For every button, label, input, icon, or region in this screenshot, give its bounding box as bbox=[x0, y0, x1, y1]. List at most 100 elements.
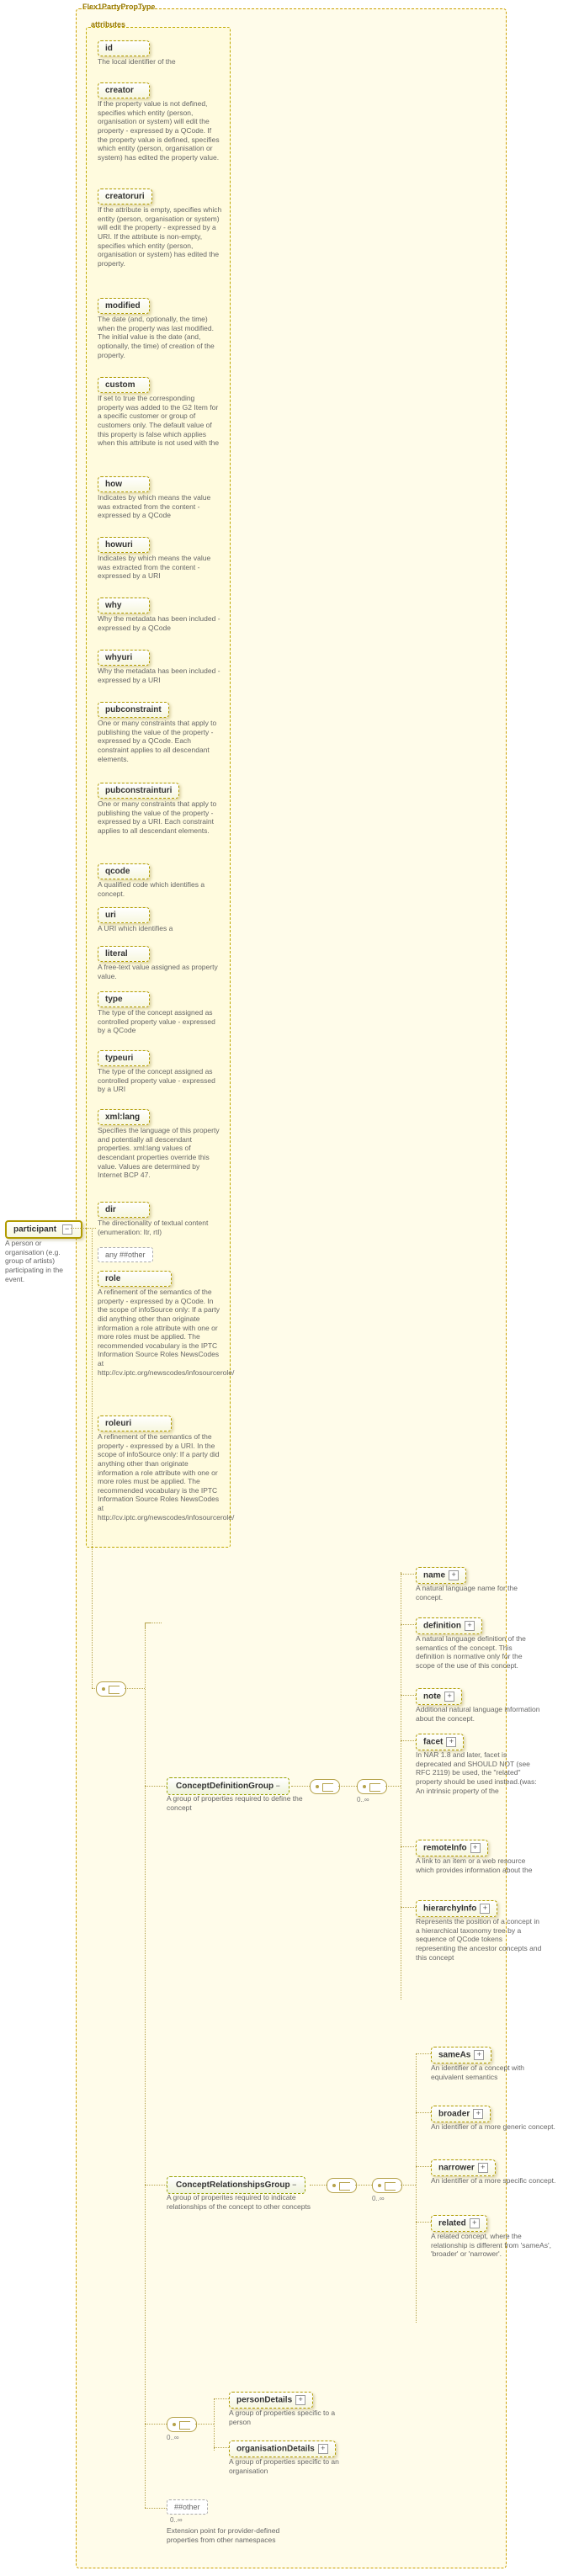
root-element-name: participant bbox=[13, 1224, 56, 1234]
attr-desc: The local identifier of the bbox=[98, 57, 222, 66]
element-facet[interactable]: facet+ bbox=[416, 1734, 464, 1750]
expand-icon[interactable]: + bbox=[465, 1621, 475, 1631]
attr-desc: The date (and, optionally, the time) whe… bbox=[98, 315, 222, 359]
element-desc: An identifier of a concept with equivale… bbox=[431, 2063, 557, 2081]
attr-desc: Why the metadata has been included - exp… bbox=[98, 614, 222, 632]
cdg-card[interactable]: ConceptDefinitionGroup − bbox=[167, 1777, 290, 1795]
attr-custom[interactable]: custom bbox=[98, 377, 150, 393]
cdg-occurrence: 0..∞ bbox=[357, 1796, 369, 1803]
any-attribute-card: any ##other bbox=[98, 1247, 153, 1262]
attr-desc: If set to true the corresponding propert… bbox=[98, 394, 222, 448]
extension-any-card: ##other bbox=[167, 2499, 208, 2515]
root-element-desc: A person or organisation (e.g. group of … bbox=[5, 1239, 77, 1283]
attr-how[interactable]: how bbox=[98, 476, 150, 492]
expand-icon[interactable]: + bbox=[295, 2395, 305, 2405]
crg-card[interactable]: ConceptRelationshipsGroup − bbox=[167, 2176, 305, 2194]
crg-desc: A group of properites required to indica… bbox=[167, 2193, 335, 2211]
attr-type[interactable]: type bbox=[98, 991, 150, 1007]
attr-whyuri[interactable]: whyuri bbox=[98, 650, 150, 666]
attr-pubconstraint[interactable]: pubconstraint bbox=[98, 702, 169, 718]
expand-icon[interactable]: + bbox=[449, 1570, 459, 1580]
element-name[interactable]: name+ bbox=[416, 1567, 466, 1584]
choice-occurrence: 0..∞ bbox=[167, 2434, 179, 2441]
element-desc: An identifier of a more generic concept. bbox=[431, 2122, 557, 2132]
attr-desc: A free-text value assigned as property v… bbox=[98, 963, 222, 980]
attr-desc: A URI which identifies a bbox=[98, 924, 222, 933]
element-desc: Represents the position of a concept in … bbox=[416, 1917, 542, 1962]
expand-icon[interactable]: + bbox=[444, 1692, 454, 1702]
collapse-icon[interactable]: − bbox=[276, 1782, 280, 1790]
attr-desc: A qualified code which identifies a conc… bbox=[98, 880, 222, 898]
any-attribute-label: any ##other bbox=[105, 1251, 146, 1259]
element-narrower[interactable]: narrower+ bbox=[431, 2159, 496, 2176]
expand-icon[interactable]: + bbox=[478, 2163, 488, 2173]
expand-icon[interactable]: + bbox=[480, 1904, 490, 1914]
attr-uri[interactable]: uri bbox=[98, 907, 150, 923]
attr-xml-lang[interactable]: xml:lang bbox=[98, 1109, 150, 1125]
sequence-connector bbox=[327, 2178, 357, 2193]
attr-desc: Indicates by which means the value was e… bbox=[98, 493, 222, 520]
element-desc: An identifier of a more specific concept… bbox=[431, 2176, 557, 2186]
attr-pubconstrainturi[interactable]: pubconstrainturi bbox=[98, 783, 179, 799]
attr-roleuri-desc: A refinement of the semantics of the pro… bbox=[98, 1432, 224, 1522]
expand-icon[interactable]: + bbox=[473, 2109, 483, 2119]
element-desc: A related concept, where the relationshi… bbox=[431, 2232, 557, 2259]
expand-icon[interactable]: + bbox=[470, 2218, 480, 2228]
element-desc: A natural language definition of the sem… bbox=[416, 1634, 542, 1670]
element-hierarchyinfo[interactable]: hierarchyInfo+ bbox=[416, 1900, 497, 1917]
attr-desc: The type of the concept assigned as cont… bbox=[98, 1008, 222, 1035]
attr-desc: One or many constraints that apply to pu… bbox=[98, 719, 222, 763]
ext-desc: Extension point for provider-defined pro… bbox=[167, 2526, 301, 2544]
ext-occurrence: 0..∞ bbox=[170, 2516, 183, 2524]
root-element-card[interactable]: participant − bbox=[5, 1220, 82, 1239]
attr-desc: Why the metadata has been included - exp… bbox=[98, 667, 222, 684]
collapse-icon[interactable]: − bbox=[62, 1224, 72, 1235]
element-persondetails[interactable]: personDetails+ bbox=[229, 2392, 313, 2409]
canvas: Flex1PartyPropType attributes [ {"top":4… bbox=[0, 0, 579, 2576]
attr-literal[interactable]: literal bbox=[98, 946, 150, 962]
collapse-icon[interactable]: − bbox=[292, 2180, 296, 2189]
sequence-connector bbox=[310, 1779, 340, 1794]
element-organisationdetails[interactable]: organisationDetails+ bbox=[229, 2441, 336, 2457]
attr-dir[interactable]: dir bbox=[98, 1202, 150, 1218]
element-broader[interactable]: broader+ bbox=[431, 2106, 491, 2122]
element-desc: In NAR 1.8 and later, facet is deprecate… bbox=[416, 1750, 542, 1795]
element-definition[interactable]: definition+ bbox=[416, 1617, 482, 1634]
attr-qcode[interactable]: qcode bbox=[98, 863, 150, 879]
attr-role[interactable]: role bbox=[98, 1271, 172, 1287]
attr-roleuri[interactable]: roleuri bbox=[98, 1415, 172, 1431]
attr-desc: If the property value is not defined, sp… bbox=[98, 99, 222, 162]
attr-why[interactable]: why bbox=[98, 598, 150, 613]
choice-connector bbox=[357, 1779, 387, 1794]
attr-desc: One or many constraints that apply to pu… bbox=[98, 799, 222, 836]
attr-id[interactable]: id bbox=[98, 40, 150, 56]
attr-creator[interactable]: creator bbox=[98, 82, 150, 98]
element-remoteinfo[interactable]: remoteInfo+ bbox=[416, 1840, 488, 1856]
element-related[interactable]: related+ bbox=[431, 2215, 487, 2232]
expand-icon[interactable]: + bbox=[446, 1737, 456, 1747]
expand-icon[interactable]: + bbox=[318, 2444, 328, 2454]
expand-icon[interactable]: + bbox=[470, 1843, 481, 1853]
element-desc: Additional natural language information … bbox=[416, 1705, 542, 1723]
choice-connector bbox=[167, 2417, 197, 2432]
cdg-desc: A group of properties required to define… bbox=[167, 1794, 310, 1812]
attr-desc: The type of the concept assigned as cont… bbox=[98, 1067, 222, 1094]
element-sameas[interactable]: sameAs+ bbox=[431, 2047, 491, 2063]
attr-desc: If the attribute is empty, specifies whi… bbox=[98, 205, 222, 268]
attr-typeuri[interactable]: typeuri bbox=[98, 1050, 150, 1066]
element-desc: A link to an item or a web resource whic… bbox=[416, 1856, 542, 1874]
type-name-label: Flex1PartyPropType bbox=[82, 3, 155, 11]
attr-desc: Indicates by which means the value was e… bbox=[98, 554, 222, 581]
choice-connector bbox=[372, 2178, 402, 2193]
sequence-connector bbox=[96, 1681, 126, 1697]
attr-howuri[interactable]: howuri bbox=[98, 537, 150, 553]
element-desc: A group of properties specific to a pers… bbox=[229, 2409, 355, 2426]
attr-modified[interactable]: modified bbox=[98, 298, 150, 314]
attr-role-desc: A refinement of the semantics of the pro… bbox=[98, 1288, 224, 1377]
attr-creatoruri[interactable]: creatoruri bbox=[98, 189, 152, 204]
attr-desc: Specifies the language of this property … bbox=[98, 1126, 222, 1180]
element-note[interactable]: note+ bbox=[416, 1688, 462, 1705]
expand-icon[interactable]: + bbox=[474, 2050, 484, 2060]
crg-occurrence: 0..∞ bbox=[372, 2195, 385, 2202]
attributes-box-label: attributes bbox=[91, 20, 125, 29]
